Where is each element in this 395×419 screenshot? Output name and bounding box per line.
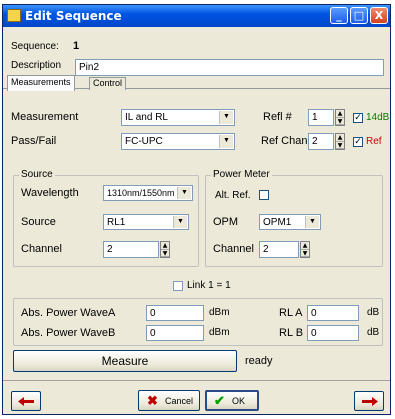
tab-measurements[interactable]: Measurements	[7, 75, 75, 91]
measurement-label: Measurement	[11, 111, 79, 123]
passfail-label: Pass/Fail	[11, 135, 57, 147]
powermeter-group-title: Power Meter	[211, 169, 272, 180]
source-value: RL1	[107, 217, 126, 228]
ok-label: OK	[232, 396, 246, 406]
refl-check-label: 14dB	[366, 112, 390, 123]
cancel-label: Cancel	[165, 396, 194, 406]
chevron-down-icon[interactable]: ▼	[219, 135, 233, 148]
sequence-label: Sequence:	[11, 41, 59, 52]
abs-power-a-unit: dBm	[209, 307, 230, 318]
measure-button[interactable]: Measure	[13, 350, 237, 372]
opm-select[interactable]: OPM1 ▼	[259, 214, 321, 230]
abs-power-a-input[interactable]: 0	[146, 305, 204, 321]
abs-power-a-label: Abs. Power WaveA	[21, 307, 116, 319]
wavelength-value: 1310nm/1550nm	[107, 188, 175, 198]
description-label: Description	[11, 60, 62, 71]
spin-up-icon[interactable]: ▲	[336, 134, 344, 142]
chevron-down-icon[interactable]: ▼	[177, 187, 191, 199]
refchan-spinner[interactable]: ▲ ▼	[335, 133, 345, 150]
cancel-button[interactable]: ✖ Cancel	[138, 390, 200, 411]
spin-down-icon[interactable]: ▼	[336, 142, 344, 149]
next-button[interactable]	[354, 391, 384, 411]
spin-down-icon[interactable]: ▼	[301, 250, 309, 257]
spin-down-icon[interactable]: ▼	[336, 118, 344, 125]
rl-a-input[interactable]: 0	[307, 305, 359, 321]
description-input[interactable]: Pin2	[75, 59, 384, 76]
cancel-x-icon: ✖	[147, 393, 158, 408]
spin-down-icon[interactable]: ▼	[161, 250, 169, 257]
chevron-down-icon[interactable]: ▼	[305, 216, 319, 228]
rl-a-label: RL A	[279, 307, 303, 319]
refl-checkbox[interactable]: ✓	[353, 113, 363, 123]
altref-label: Alt. Ref.	[215, 190, 251, 201]
spin-up-icon[interactable]: ▲	[301, 242, 309, 250]
chevron-down-icon[interactable]: ▼	[173, 216, 187, 228]
measurement-value: IL and RL	[125, 112, 168, 123]
abs-power-b-input[interactable]: 0	[146, 325, 204, 341]
chevron-down-icon[interactable]: ▼	[219, 111, 233, 124]
link-label: Link 1 = 1	[187, 280, 231, 291]
refchan-check-label: Ref	[366, 136, 382, 147]
source-channel-input[interactable]: 2	[103, 241, 159, 258]
refl-label: Refl #	[263, 111, 292, 123]
altref-checkbox[interactable]	[259, 190, 269, 200]
spin-up-icon[interactable]: ▲	[161, 242, 169, 250]
passfail-value: FC-UPC	[125, 136, 163, 147]
opm-label: OPM	[213, 216, 239, 228]
pm-channel-label: Channel	[213, 243, 254, 255]
wavelength-label: Wavelength	[21, 187, 79, 199]
link-checkbox[interactable]	[173, 281, 183, 291]
edit-sequence-window: Edit Sequence _ □ X Sequence: 1 Descript…	[2, 4, 391, 415]
source-channel-spinner[interactable]: ▲ ▼	[160, 241, 170, 258]
refchan-checkbox[interactable]: ✓	[353, 137, 363, 147]
close-button[interactable]: X	[370, 7, 388, 24]
right-arrow-icon	[362, 397, 378, 406]
pm-channel-input[interactable]: 2	[259, 241, 299, 258]
refl-input[interactable]: 1	[308, 109, 334, 126]
prev-button[interactable]	[11, 391, 41, 411]
source-select[interactable]: RL1 ▼	[103, 214, 189, 230]
app-icon	[7, 9, 21, 22]
source-label: Source	[21, 216, 56, 228]
sequence-value: 1	[73, 40, 80, 52]
left-arrow-icon	[18, 397, 34, 406]
measurement-select[interactable]: IL and RL ▼	[121, 109, 235, 126]
opm-value: OPM1	[263, 217, 292, 228]
rl-b-input[interactable]: 0	[307, 325, 359, 341]
maximize-button[interactable]: □	[350, 7, 368, 24]
pm-channel-spinner[interactable]: ▲ ▼	[300, 241, 310, 258]
rl-b-unit: dB	[367, 327, 380, 338]
tab-control[interactable]: Control	[89, 77, 127, 90]
source-group-title: Source	[19, 169, 55, 180]
window-title: Edit Sequence	[25, 9, 122, 23]
refchan-input[interactable]: 2	[308, 133, 334, 150]
wavelength-select[interactable]: 1310nm/1550nm ▼	[103, 185, 193, 201]
passfail-select[interactable]: FC-UPC ▼	[121, 133, 235, 150]
refchan-label: Ref Chan	[261, 135, 308, 147]
rl-a-unit: dB	[367, 307, 380, 318]
abs-power-b-unit: dBm	[209, 327, 230, 338]
refl-spinner[interactable]: ▲ ▼	[335, 109, 345, 126]
minimize-button[interactable]: _	[330, 7, 348, 24]
title-bar[interactable]: Edit Sequence _ □ X	[3, 5, 390, 27]
spin-up-icon[interactable]: ▲	[336, 110, 344, 118]
footer-divider	[3, 380, 390, 381]
ok-button[interactable]: ✔ OK	[205, 390, 259, 411]
source-channel-label: Channel	[21, 243, 62, 255]
measure-status: ready	[245, 355, 273, 367]
rl-b-label: RL B	[279, 327, 304, 339]
check-icon: ✔	[214, 393, 225, 408]
abs-power-b-label: Abs. Power WaveB	[21, 327, 116, 339]
